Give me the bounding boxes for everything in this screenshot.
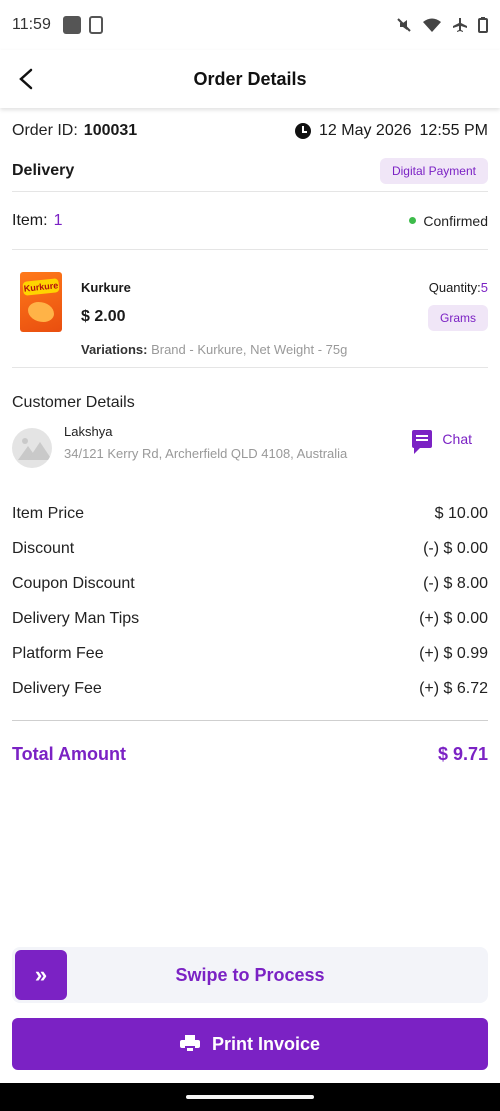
status-dot-icon: [409, 217, 417, 224]
status-bar: 11:59: [0, 0, 500, 50]
swipe-handle[interactable]: »: [15, 950, 67, 1000]
product-image-logo: Kurkure: [22, 278, 60, 296]
quantity-value: 5: [480, 280, 488, 295]
price-row-label: Discount: [12, 539, 75, 557]
price-row: Discount (-) $ 0.00: [12, 531, 488, 566]
price-row-value: (-) $ 8.00: [423, 574, 488, 592]
swipe-label: Swipe to Process: [175, 965, 325, 985]
back-button[interactable]: [14, 66, 40, 92]
avatar-placeholder-mountain-2: [28, 442, 52, 460]
home-gesture-handle[interactable]: [186, 1095, 314, 1099]
order-time: 12:55 PM: [419, 122, 488, 139]
product-quantity: Quantity:5: [429, 280, 488, 295]
price-row-value: (-) $ 0.00: [423, 539, 488, 557]
customer-name: Lakshya: [64, 424, 113, 439]
avatar: [12, 428, 52, 468]
print-invoice-button[interactable]: Print Invoice: [12, 1018, 488, 1070]
order-date: 12 May 2026: [319, 122, 412, 139]
unit-badge: Grams: [428, 305, 488, 331]
item-label: Item:: [12, 211, 48, 229]
price-row: Item Price $ 10.00: [12, 496, 488, 531]
product-variations: Variations: Brand - Kurkure, Net Weight …: [81, 342, 347, 357]
notification-app-icon: [62, 16, 81, 34]
chat-icon: [412, 430, 433, 454]
product-image-snack: [28, 302, 54, 322]
order-id-label: Order ID:: [12, 122, 78, 139]
order-datetime: 12 May 2026 12:55 PM: [295, 122, 488, 140]
app-bar: Order Details: [0, 50, 500, 108]
customer-section-title: Customer Details: [12, 394, 135, 411]
quantity-label: Quantity:: [428, 280, 481, 295]
status-badge: Confirmed: [409, 213, 488, 229]
customer-address: 34/121 Kerry Rd, Archerfield QLD 4108, A…: [64, 446, 348, 461]
price-breakdown: Item Price $ 10.00 Discount (-) $ 0.00 Cou…: [12, 496, 488, 706]
system-nav-bar: [0, 1083, 500, 1111]
printer-icon: [179, 1035, 200, 1053]
price-row-value: (+) $ 0.00: [419, 609, 488, 627]
variations-label: Variations:: [81, 342, 148, 357]
swipe-to-process[interactable]: Swipe to Process »: [12, 947, 488, 1003]
product-image: Kurkure: [20, 272, 62, 332]
product-item: Kurkure Kurkure $ 2.00 Variations: Brand…: [12, 250, 488, 368]
clock-icon: [295, 123, 311, 139]
price-row-value: (+) $ 6.72: [419, 679, 488, 697]
variations-value: Brand - Kurkure, Net Weight - 75g: [147, 342, 348, 357]
price-row: Delivery Man Tips (+) $ 0.00: [12, 601, 488, 636]
wifi-icon: [423, 18, 441, 32]
status-time: 11:59: [12, 16, 51, 33]
page-title: Order Details: [193, 68, 307, 89]
order-info-row: Order ID: 100031 12 May 2026 12:55 PM: [12, 108, 488, 154]
chat-label: Chat: [442, 431, 472, 447]
price-row-label: Coupon Discount: [12, 574, 135, 592]
notification-icons: [62, 16, 103, 34]
print-invoice-label: Print Invoice: [211, 1033, 321, 1054]
order-id: 100031: [83, 122, 138, 139]
price-row-label: Item Price: [12, 504, 85, 522]
airplane-icon: [453, 18, 467, 32]
system-icons: [396, 17, 488, 33]
total-row: Total Amount $ 9.71: [12, 721, 488, 787]
price-row: Platform Fee (+) $ 0.99: [12, 636, 488, 671]
chat-button[interactable]: Chat: [412, 430, 472, 454]
delivery-row: Delivery Digital Payment: [12, 154, 488, 192]
order-details-content: Order ID: 100031 12 May 2026 12:55 PM De…: [12, 108, 488, 787]
price-row-value: (+) $ 0.99: [419, 644, 488, 662]
mute-icon: [397, 18, 411, 32]
total-label: Total Amount: [12, 743, 126, 764]
price-row: Delivery Fee (+) $ 6.72: [12, 671, 488, 706]
price-row-label: Delivery Fee: [12, 679, 102, 697]
battery-icon: [478, 17, 488, 33]
customer-card: Lakshya 34/121 Kerry Rd, Archerfield QLD…: [12, 424, 488, 486]
payment-badge: Digital Payment: [379, 157, 488, 184]
price-row: Coupon Discount (-) $ 8.00: [12, 566, 488, 601]
back-arrow-icon: [19, 68, 33, 90]
item-status-row: Item: 1 Confirmed: [12, 192, 488, 250]
status-text: Confirmed: [423, 212, 488, 229]
order-type: Delivery: [12, 161, 75, 179]
screenshot-notification-icon: [88, 16, 103, 34]
product-price: $ 2.00: [81, 308, 126, 325]
price-row-label: Delivery Man Tips: [12, 609, 140, 627]
double-chevron-right-icon: »: [34, 962, 48, 987]
price-row-label: Platform Fee: [12, 644, 104, 662]
total-value: $ 9.71: [437, 743, 488, 764]
product-name: Kurkure: [81, 280, 131, 295]
price-row-value: $ 10.00: [434, 504, 488, 522]
item-count: 1: [53, 211, 63, 229]
